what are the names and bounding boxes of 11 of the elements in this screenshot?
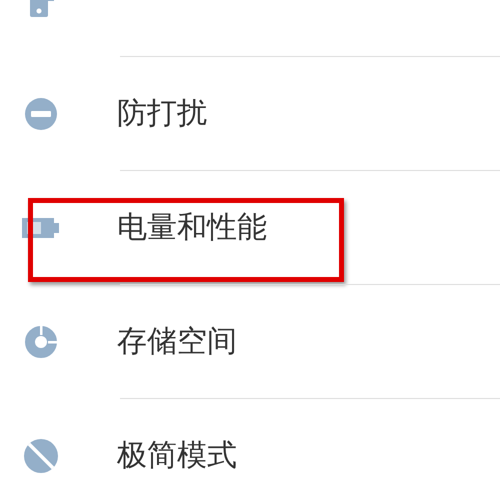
- item-label: 极简模式: [117, 437, 237, 475]
- ring-chart-icon: [24, 324, 58, 358]
- settings-item[interactable]: 防打扰: [0, 57, 500, 170]
- item-label: 电量和性能: [117, 209, 267, 247]
- minus-circle-icon: [24, 96, 58, 130]
- settings-item[interactable]: 存储空间: [0, 285, 500, 398]
- item-label: 防打扰: [117, 95, 207, 133]
- settings-item[interactable]: 电量和性能: [0, 171, 500, 284]
- item-label: 存储空间: [117, 323, 237, 361]
- settings-item[interactable]: 极简模式: [0, 399, 500, 500]
- slash-circle-icon: [23, 438, 59, 474]
